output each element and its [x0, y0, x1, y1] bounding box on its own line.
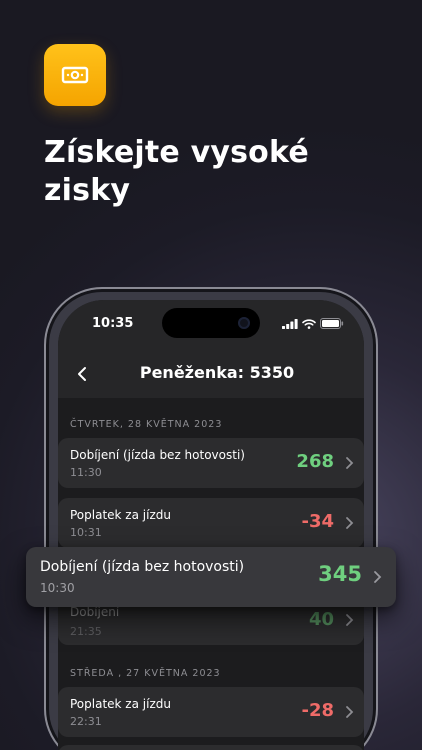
transaction-amount: -34 [301, 511, 334, 532]
chevron-right-icon [346, 517, 354, 529]
transaction-row[interactable]: Poplatek za jízdu 22:31 -28 [58, 687, 364, 737]
transaction-time: 22:31 [70, 715, 102, 728]
status-bar: 10:35 [58, 300, 364, 352]
transaction-time: 11:30 [70, 466, 102, 479]
section-header-date: STŘEDA , 27 KVĚTNA 2023 [70, 668, 221, 679]
transaction-row[interactable]: Poplatek za jízdu 10:31 -34 [58, 498, 364, 548]
navigation-bar: Peněženka: 5350 [58, 352, 364, 398]
transaction-title: Poplatek za jízdu [70, 508, 171, 522]
banknote-icon [61, 66, 89, 84]
transaction-amount: 40 [308, 609, 334, 630]
app-icon [44, 44, 106, 106]
highlighted-transaction-card[interactable]: Dobíjení (jízda bez hotovosti) 10:30 345 [26, 547, 396, 607]
status-time: 10:35 [92, 316, 134, 331]
phone-screen: 10:35 Peněženka: 5350 ČTVRTEK, 28 KVĚTNA… [58, 300, 364, 750]
camera-icon [238, 317, 250, 329]
highlighted-transaction-amount: 345 [318, 562, 362, 586]
transaction-amount: -28 [301, 700, 334, 721]
transaction-amount: 268 [296, 451, 334, 472]
promo-headline: Získejte vysoké zisky [44, 135, 309, 208]
transaction-row[interactable]: Dobíjení (jízda bez hotovosti) 11:30 268 [58, 438, 364, 488]
signal-icon [282, 318, 298, 329]
transaction-time: 21:35 [70, 625, 102, 638]
chevron-right-icon [346, 457, 354, 469]
highlighted-transaction-time: 10:30 [40, 581, 75, 595]
page-title: Peněženka: 5350 [139, 363, 295, 382]
highlighted-transaction-title: Dobíjení (jízda bez hotovosti) [40, 559, 245, 575]
transaction-title: Poplatek za jízdu [70, 697, 171, 711]
dynamic-island [162, 308, 260, 338]
chevron-right-icon [346, 706, 354, 718]
wifi-icon [302, 318, 316, 329]
transaction-time: 10:31 [70, 526, 102, 539]
battery-icon [320, 318, 344, 329]
transaction-row[interactable] [58, 745, 364, 750]
chevron-right-icon [374, 571, 382, 583]
status-icons [282, 318, 344, 329]
chevron-right-icon [346, 614, 354, 626]
transaction-title: Dobíjení (jízda bez hotovosti) [70, 448, 245, 462]
transaction-title: Dobíjení [70, 605, 120, 619]
section-header-date: ČTVRTEK, 28 KVĚTNA 2023 [70, 419, 223, 430]
